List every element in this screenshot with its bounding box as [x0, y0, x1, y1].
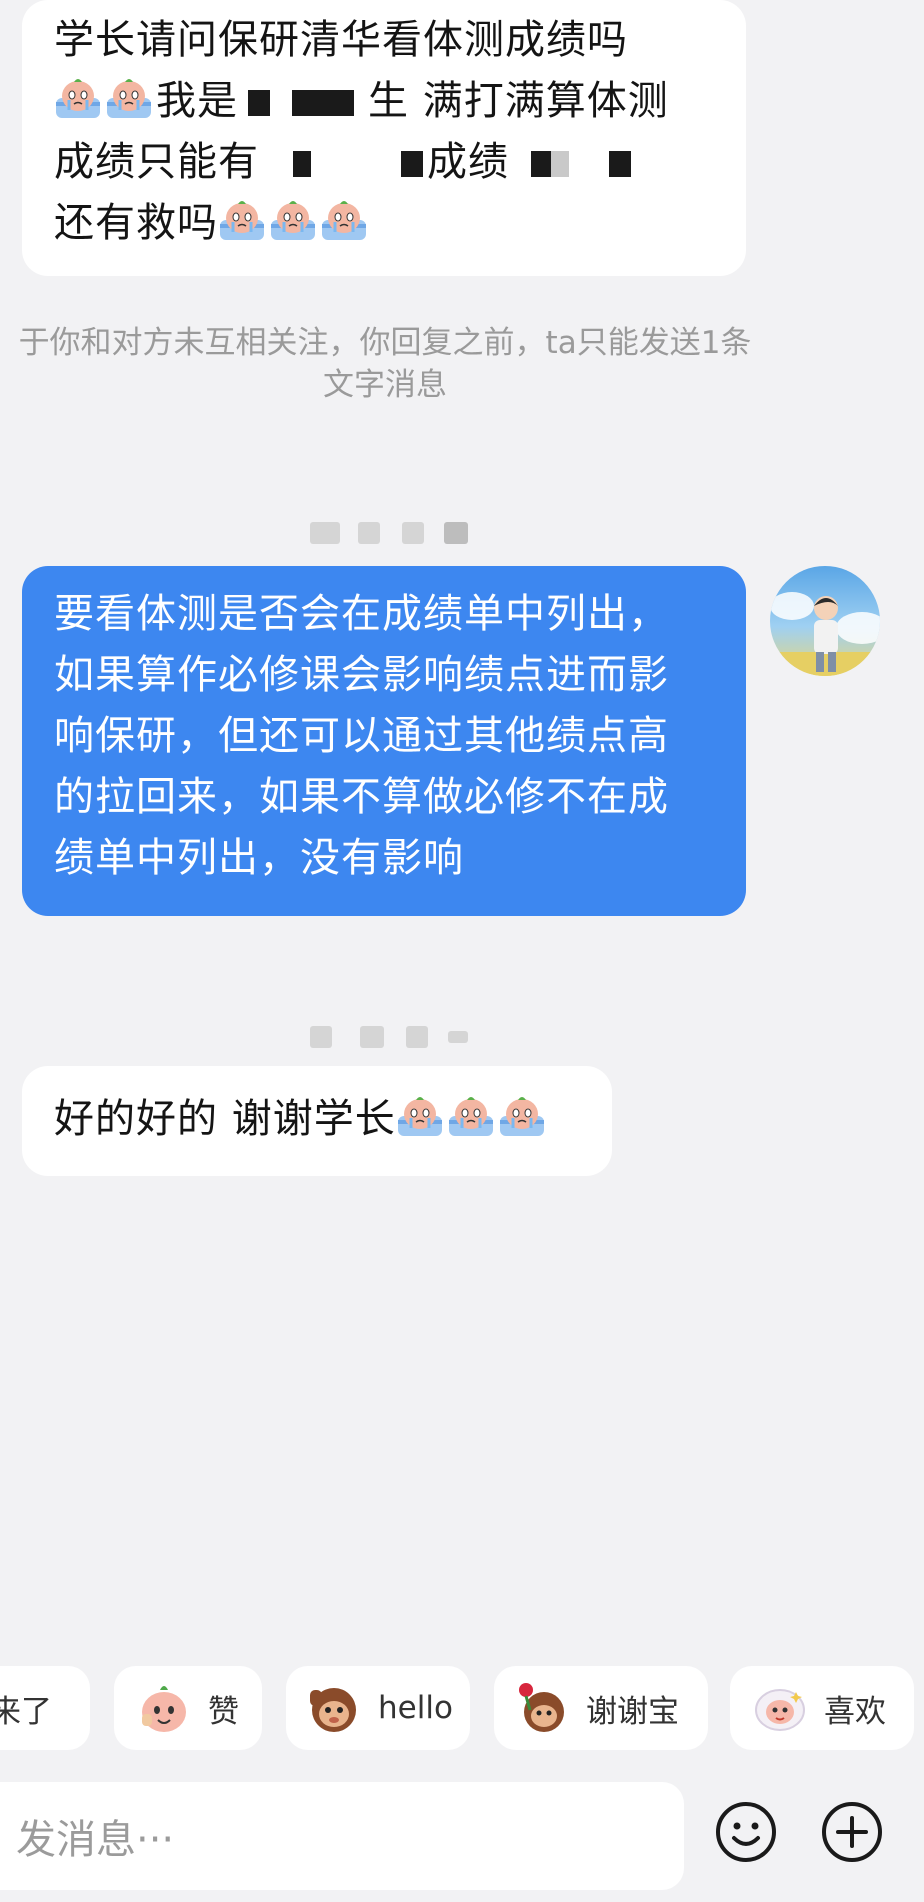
quick-reply-bar: 来了 赞 hello 谢谢宝 喜欢 — [0, 1666, 924, 1750]
cloud-sticker-icon — [755, 1689, 805, 1731]
crying-emoji-icon — [54, 76, 102, 120]
redaction-mark — [248, 90, 270, 116]
redaction-mark — [401, 151, 423, 177]
timestamp-blurred — [300, 1026, 480, 1048]
redaction-mark — [609, 151, 631, 177]
message-line: 还有救吗 — [54, 200, 218, 246]
crying-emoji-icon — [105, 76, 153, 120]
quick-reply-zan[interactable]: 赞 — [114, 1666, 262, 1750]
redaction-mark — [293, 151, 311, 177]
message-line: 生 满打满算体测 — [368, 78, 669, 124]
redaction-mark — [292, 90, 354, 116]
quick-reply-label: 赞 — [208, 1693, 239, 1730]
follow-restriction-notice: 于你和对方未互相关注，你回复之前，ta只能发送1条 文字消息 — [0, 322, 770, 406]
message-line: 要看体测是否会在成绩单中列出， — [54, 591, 669, 637]
notice-line: 于你和对方未互相关注，你回复之前，ta只能发送1条 — [18, 325, 752, 361]
quick-reply-label: 喜欢 — [824, 1693, 886, 1730]
message-line: 响保研，但还可以通过其他绩点高 — [54, 713, 669, 759]
quick-reply-xiexiebao[interactable]: 谢谢宝 — [494, 1666, 708, 1750]
message-line: 成绩 — [427, 139, 509, 185]
message-line: 的拉回来，如果不算做必修不在成 — [54, 774, 669, 820]
smiley-icon[interactable] — [714, 1800, 778, 1864]
monkey-sticker-icon — [310, 1688, 356, 1732]
message-line: 绩单中列出，没有影响 — [54, 835, 464, 881]
thumbs-sticker-icon — [142, 1686, 186, 1732]
quick-reply-laile[interactable]: 来了 — [0, 1666, 90, 1750]
crying-emoji-icon — [396, 1094, 444, 1138]
quick-reply-hello[interactable]: hello — [286, 1666, 470, 1750]
quick-reply-label: 来了 — [0, 1693, 52, 1730]
quick-reply-xihuan[interactable]: 喜欢 — [730, 1666, 914, 1750]
crying-emoji-icon — [498, 1094, 546, 1138]
plus-circle-icon[interactable] — [820, 1800, 884, 1864]
user-avatar[interactable] — [770, 566, 880, 676]
redaction-mark — [531, 151, 551, 177]
crying-emoji-icon — [269, 198, 317, 242]
crying-emoji-icon — [320, 198, 368, 242]
timestamp-blurred — [300, 522, 480, 544]
crying-emoji-icon — [447, 1094, 495, 1138]
message-line: 我是 — [156, 78, 238, 124]
outgoing-message-1[interactable]: 要看体测是否会在成绩单中列出， 如果算作必修课会影响绩点进而影 响保研，但还可以… — [22, 566, 746, 916]
message-line: 好的好的 谢谢学长 — [54, 1096, 396, 1142]
incoming-message-1[interactable]: 学长请问保研清华看体测成绩吗 我是 生 满打满算体测 成绩只能有 成绩 还有救吗 — [22, 0, 746, 276]
message-line: 如果算作必修课会影响绩点进而影 — [54, 652, 669, 698]
incoming-message-2[interactable]: 好的好的 谢谢学长 — [22, 1066, 612, 1176]
notice-line: 文字消息 — [323, 367, 447, 403]
crying-emoji-icon — [218, 198, 266, 242]
message-line: 学长请问保研清华看体测成绩吗 — [54, 17, 628, 63]
message-line: 成绩只能有 — [54, 139, 259, 185]
redaction-mark — [551, 151, 569, 177]
quick-reply-label: hello — [378, 1690, 453, 1726]
message-input-placeholder: 发消息··· — [16, 1817, 175, 1863]
avatar-image — [770, 592, 880, 676]
quick-reply-label: 谢谢宝 — [586, 1693, 679, 1730]
rose-monkey-sticker-icon — [519, 1683, 564, 1732]
message-input[interactable]: 发消息··· — [0, 1782, 684, 1890]
